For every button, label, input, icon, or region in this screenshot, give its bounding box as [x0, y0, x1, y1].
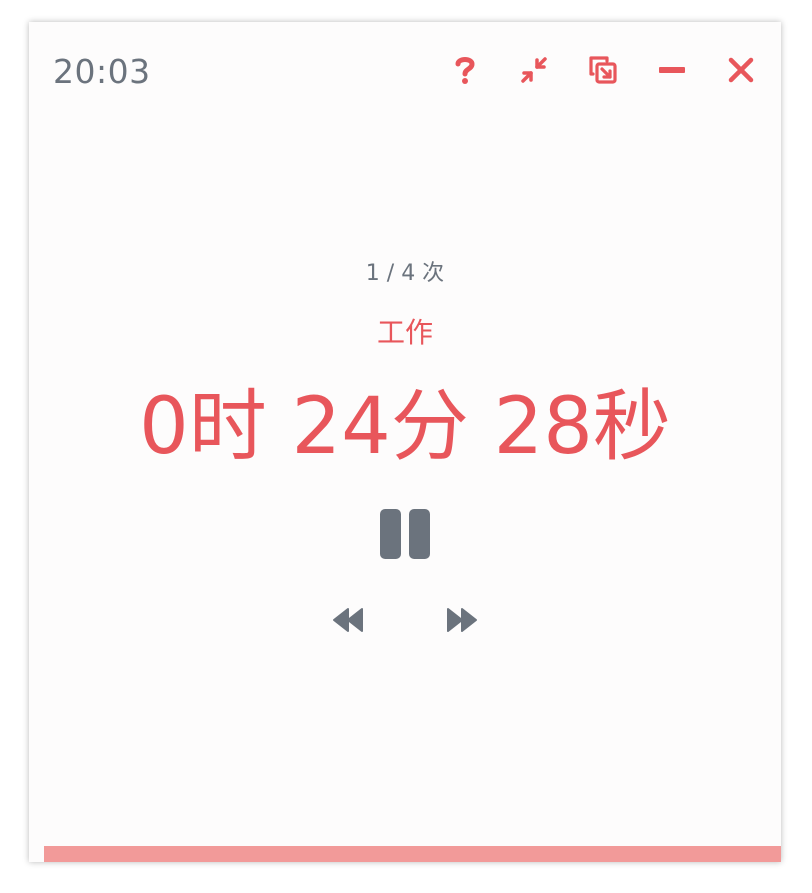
compact-mode-button[interactable]: [516, 52, 552, 88]
session-progress-fill: [44, 846, 781, 862]
timer-window: 20:03 1 / 4 次 工作 0时 24分 28秒: [29, 22, 781, 862]
next-button[interactable]: [444, 606, 478, 634]
minus-icon: [659, 67, 685, 73]
compress-arrows-icon: [521, 57, 547, 83]
fast-backward-icon: [333, 608, 363, 632]
fast-forward-icon: [447, 608, 477, 632]
session-progress-bar: [44, 846, 781, 862]
current-time: 20:03: [53, 52, 151, 91]
pause-button[interactable]: [379, 508, 431, 560]
session-count: 1 / 4 次: [365, 261, 445, 286]
pause-icon: [380, 509, 430, 559]
session-mode: 工作: [376, 316, 433, 349]
window-actions: [447, 52, 759, 88]
countdown-display: 0时 24分 28秒: [139, 382, 671, 472]
minimize-button[interactable]: [654, 52, 690, 88]
close-button[interactable]: [723, 52, 759, 88]
close-x-icon: [728, 57, 754, 83]
mini-window-button[interactable]: [585, 52, 621, 88]
help-button[interactable]: [447, 52, 483, 88]
window-restore-icon: [589, 56, 617, 84]
previous-button[interactable]: [332, 606, 366, 634]
question-mark-icon: [455, 57, 475, 84]
